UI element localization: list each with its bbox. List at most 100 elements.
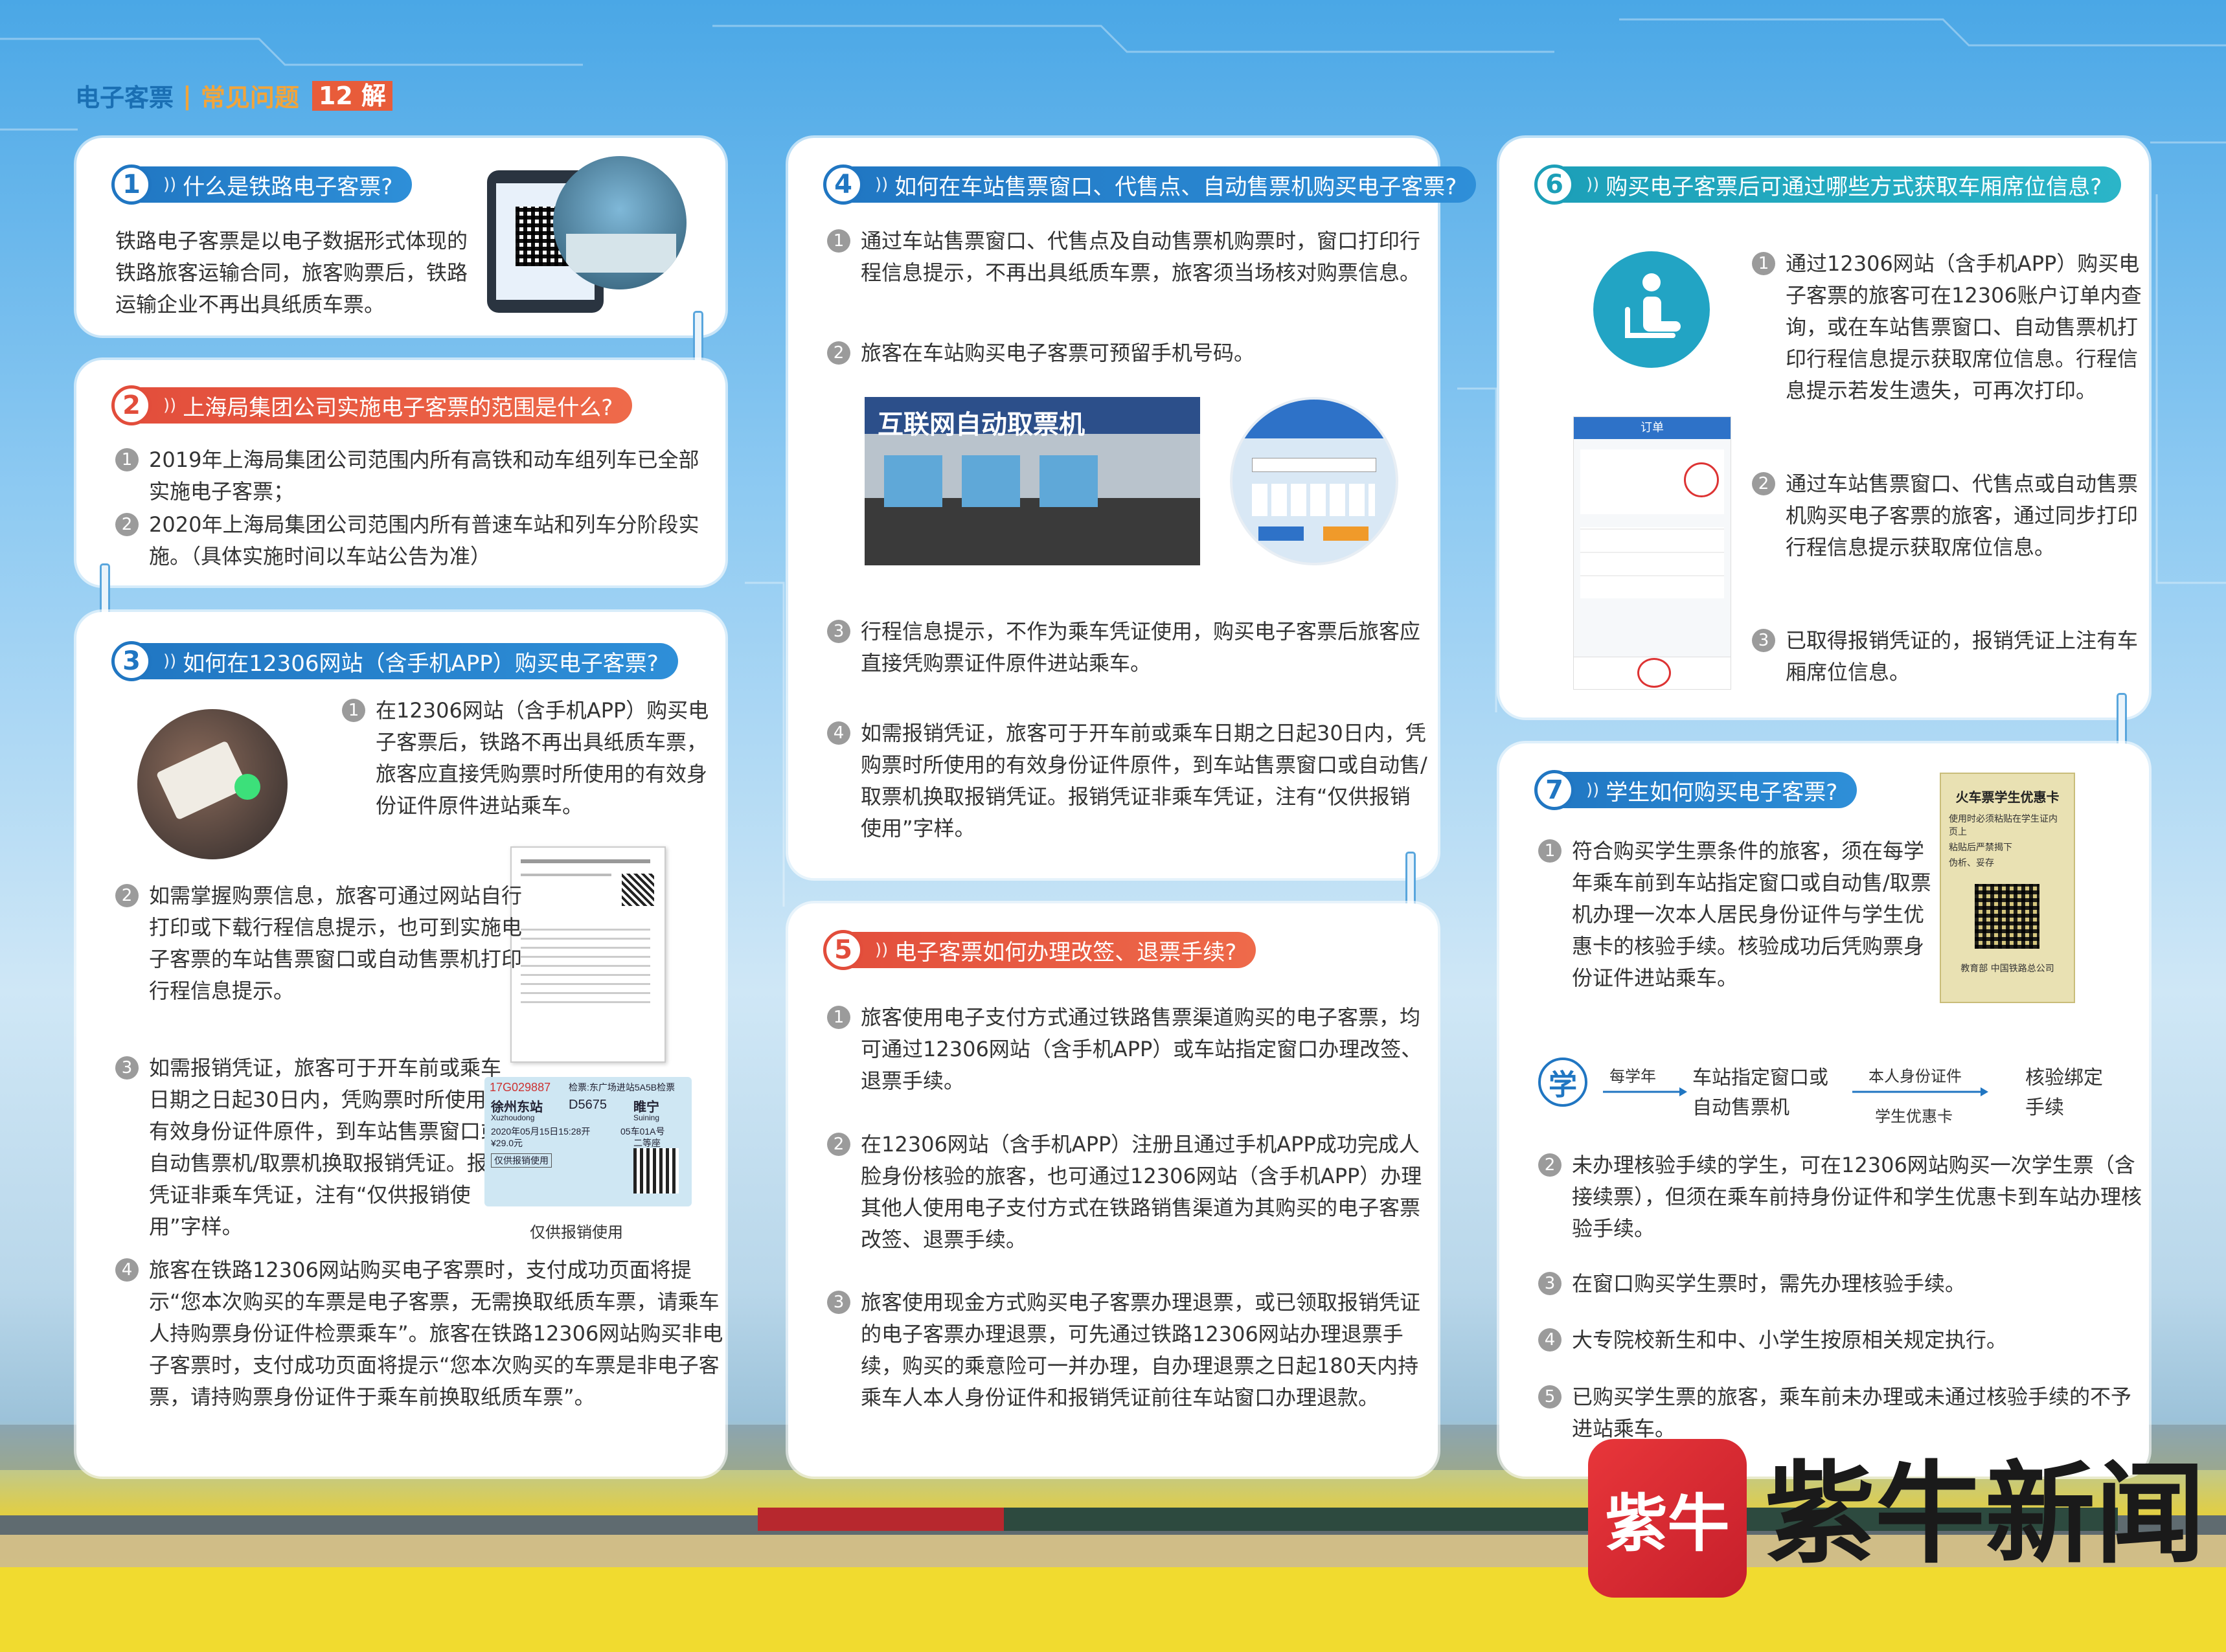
phone-input-box [1252,458,1376,472]
ticket-to-pinyin: Suining [633,1113,660,1122]
list-item: 1 符合购买学生票条件的旅客，须在每学年乘车前到车站指定窗口或自动售/取票机办理一… [1538,835,1931,994]
list-item: 3 行程信息提示，不作为乘车凭证使用，购买电子客票后旅客应直接凭购票证件原件进站乘… [827,616,1431,679]
ticket-date: 2020年05月15日15:28开 [491,1126,591,1137]
question-number: 5 [823,930,863,970]
header-suffix: 解 [361,81,387,110]
skip-button [1323,526,1369,541]
question-text: 购买电子客票后可通过哪些方式获取车厢席位信息? [1606,174,2102,200]
list-item: 5 已购买学生票的旅客，乘车前未办理或未通过核验手续的不予进站乘车。 [1538,1381,2148,1445]
doc-line [521,859,650,863]
photo-sign: 互联网自动取票机 [878,410,1085,440]
sound-wave-icon: )) [163,175,177,194]
machine-screen [884,455,942,507]
ticket-seat: 05车01A号 [620,1126,665,1137]
id-card [155,740,249,820]
ticket-gate: 检票:东广场进站5A5B检票 [569,1082,676,1092]
faq-card-7: 7 )) 学生如何购买电子客票? 1 符合购买学生票条件的旅客，须在每学年乘车前到… [1499,743,2149,1477]
header-title: 电子客票 [75,84,174,112]
reader-light [234,774,260,800]
list-item: 4 旅客在铁路12306网站购买电子客票时，支付成功页面将提示“您本次购买的车票是… [115,1254,725,1413]
ticket-price: ¥29.0元 [491,1138,523,1148]
list-item: 2 通过车站售票窗口、代售点或自动售票机购买电子客票的旅客，通过同步打印行程信息提… [1752,468,2145,563]
flow-step-window: 车站指定窗口或自动售票机 [1692,1067,1828,1119]
card-line-3: 伪析、妥存 [1949,858,1994,868]
question-text: 电子客票如何办理改签、退票手续? [894,939,1237,966]
ticket-machine-photo: 互联网自动取票机 [865,397,1200,565]
list-item: 3 旅客使用现金方式购买电子客票办理退票，或已领取报销凭证的电子客票办理退票，可先… [827,1287,1431,1414]
ticket-to: 睢宁 [633,1100,659,1115]
question-bar-1: 1 )) 什么是铁路电子客票? [111,164,413,205]
faq-card-2: 2 )) 上海局集团公司实施电子客票的范围是什么? 1 2019年上海局集团公司范… [76,360,725,585]
list-item: 1 在12306网站（含手机APP）购买电子客票后，铁路不再出具纸质车票，旅客应直… [342,695,725,822]
flow-arrow-icon [1852,1087,1988,1096]
screen-header [1232,400,1396,438]
list-item: 4 大专院校新生和中、小学生按原相关规定执行。 [1538,1324,2148,1356]
list-item: 2 在12306网站（含手机APP）注册且通过手机APP成功完成人脸身份核验的旅客… [827,1129,1431,1256]
id-card-swipe-photo [137,709,288,859]
reimbursement-ticket-image: 17G029887 检票:东广场进站5A5B检票 徐州东站 D5675 睢宁 X… [484,1077,692,1206]
sound-wave-icon: )) [1586,175,1600,194]
header-separator: | [183,81,192,110]
zniu-logo-text: 紫牛新闻 [1765,1449,2206,1579]
list-item: 1 通过车站售票窗口、代售点及自动售票机购票时，窗口打印行程信息提示，不再出具纸质… [827,225,1431,289]
card-line-2: 粘贴后严禁揭下 [1949,843,2012,853]
faq-card-1: 1 )) 什么是铁路电子客票? 铁路电子客票是以电子数据形式体现的铁路旅客运输合… [76,138,725,335]
question-bar-6: 6 )) 购买电子客票后可通过哪些方式获取车厢席位信息? [1534,164,2122,205]
list-item: 3 已取得报销凭证的，报销凭证上注有车厢席位信息。 [1752,625,2145,688]
question-number: 4 [823,164,863,205]
header-count-badge: 12 解 [312,80,393,111]
question-text: 上海局集团公司实施电子客票的范围是什么? [183,394,613,421]
train-locomotive [758,1508,1004,1531]
ticket-from: 徐州东站 [491,1100,543,1115]
app-order-screenshot: 订单 [1573,416,1731,690]
qr-code-icon [633,1148,679,1194]
ticket-from-pinyin: Xuzhoudong [491,1113,535,1122]
flow-arrow-icon [1603,1087,1687,1096]
faq-card-6: 6 )) 购买电子客票后可通过哪些方式获取车厢席位信息? 订单 1 通过12306… [1499,138,2149,718]
machine-screen [1039,455,1098,507]
page-header: 电子客票 | 常见问题 12 解 [75,78,393,113]
header-count: 12 [318,81,353,110]
confirm-button [1258,526,1304,541]
list-item: 2 如需掌握购票信息，旅客可通过网站自行打印或下载行程信息提示，也可到实施电子客票… [115,880,531,1007]
question-bar-3: 3 )) 如何在12306网站（含手机APP）购买电子客票? [111,641,678,681]
ticket-class: 二等座 [633,1138,661,1148]
list-item: 3 如需报销凭证，旅客可于开车前或乘车日期之日起30日内，凭购票时所使用的有效身份… [115,1052,512,1243]
list-item: 1 2019年上海局集团公司范围内所有高铁和动车组列车已全部实施电子客票； [115,444,712,508]
card-line-1: 使用时必须粘贴在学生证内页上 [1949,814,2058,837]
list-item: 4 如需报销凭证，旅客可于开车前或乘车日期之日起30日内，凭购票时所使用的有效身份… [827,718,1431,844]
question-text: 如何在12306网站（含手机APP）购买电子客票? [183,650,659,677]
list-item: 2 2020年上海局集团公司范围内所有普速车站和列车分阶段实施。（具体实施时间以车… [115,509,712,572]
list-item: 2 旅客在车站购买电子客票可预留手机号码。 [827,337,1431,369]
header-section: 常见问题 [200,84,299,112]
sound-wave-icon: )) [163,396,177,415]
student-discount-card-image: 火车票学生优惠卡 使用时必须粘贴在学生证内页上 粘贴后严禁揭下 伪析、妥存 教育… [1940,773,2075,1003]
answer-text: 铁路电子客票是以电子数据形式体现的铁路旅客运输合同，旅客购票后，铁路运输企业不再… [115,229,468,317]
question-text: 如何在车站售票窗口、代售点、自动售票机购买电子客票? [894,174,1457,200]
list-item: 1 通过12306网站（含手机APP）购买电子客票的旅客可在12306账户订单内查… [1752,248,2145,407]
question-bar-7: 7 )) 学生如何购买电子客票? [1534,770,1857,810]
card-footer: 教育部 中国铁路总公司 [1960,964,2054,974]
gate-row [566,234,676,273]
sound-wave-icon: )) [875,940,889,960]
flow-step-id: 本人身份证件 [1868,1067,1962,1085]
list-item: 2 未办理核验手续的学生，可在12306网站购买一次学生票（含接续票），但须在乘车… [1538,1149,2148,1245]
qr-code-icon [622,874,654,906]
itinerary-printout-image [510,846,666,1063]
flower-field [0,1567,2226,1652]
question-number: 7 [1534,770,1574,810]
keypad [1252,484,1375,516]
flow-step-yearly: 每学年 [1609,1067,1656,1085]
sound-wave-icon: )) [163,651,177,671]
qr-code-icon [1975,884,2039,949]
faq-card-3: 3 )) 如何在12306网站（含手机APP）购买电子客票? 1 在12306网站… [76,612,725,1477]
faq-card-5: 5 )) 电子客票如何办理改签、退票手续? 1 旅客使用电子支付方式通过铁路售票渠… [788,903,1438,1477]
sound-wave-icon: )) [875,175,889,194]
card-title: 火车票学生优惠卡 [1955,789,2060,805]
ticket-code: 17G029887 [490,1081,551,1094]
question-number: 3 [111,641,152,681]
seat-icon [1593,251,1710,368]
list-item: 3 在窗口购买学生票时，需先办理核验手续。 [1538,1268,2148,1300]
faq-card-4: 4 )) 如何在车站售票窗口、代售点、自动售票机购买电子客票? 1 通过车站售票窗… [788,138,1477,878]
doc-text-block [521,925,650,1003]
